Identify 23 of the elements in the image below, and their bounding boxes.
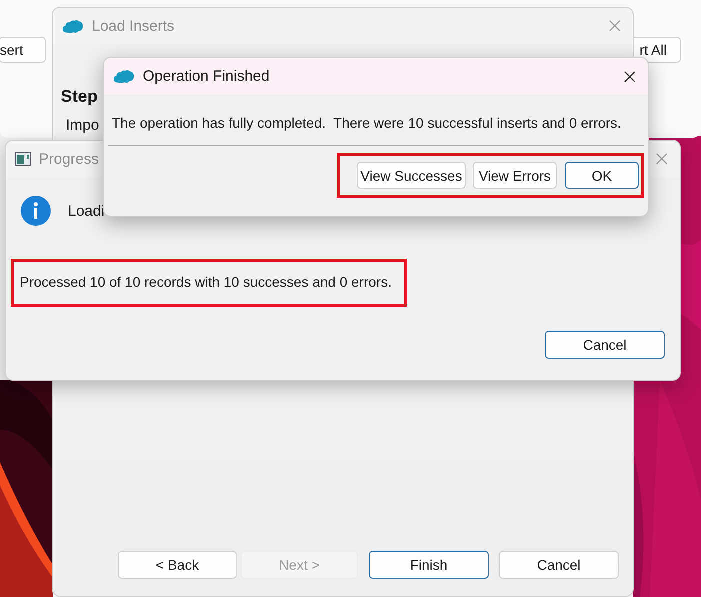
heading: Step bbox=[61, 87, 99, 107]
button[interactable]: Cancel bbox=[499, 551, 619, 579]
window-title: Progress bbox=[39, 150, 100, 168]
cloud-icon bbox=[62, 18, 84, 34]
button[interactable]: View Errors bbox=[473, 162, 557, 189]
close-icon[interactable] bbox=[624, 70, 636, 82]
window-title: Operation Finished bbox=[143, 68, 270, 85]
info-icon bbox=[21, 196, 51, 226]
window-title: Load Inserts bbox=[92, 18, 175, 34]
button[interactable]: OK bbox=[565, 162, 639, 189]
body-text: Impo bbox=[66, 117, 100, 134]
message-text: The operation has fully completed. There were 10 successful inserts and 0 errors. bbox=[111, 114, 622, 133]
button[interactable]: Cancel bbox=[545, 331, 665, 359]
status-text: Loadi bbox=[68, 202, 105, 220]
button[interactable]: sert bbox=[0, 37, 46, 63]
button[interactable]: rt All bbox=[634, 37, 681, 63]
message-text: Processed 10 of 10 records with 10 successes and 0 errors. bbox=[20, 274, 392, 290]
button[interactable]: Finish bbox=[369, 551, 489, 579]
button: Next > bbox=[241, 551, 358, 579]
button[interactable]: < Back bbox=[118, 551, 237, 579]
cloud-icon bbox=[113, 69, 135, 84]
window-icon bbox=[15, 152, 31, 166]
button[interactable]: View Successes bbox=[357, 162, 466, 189]
